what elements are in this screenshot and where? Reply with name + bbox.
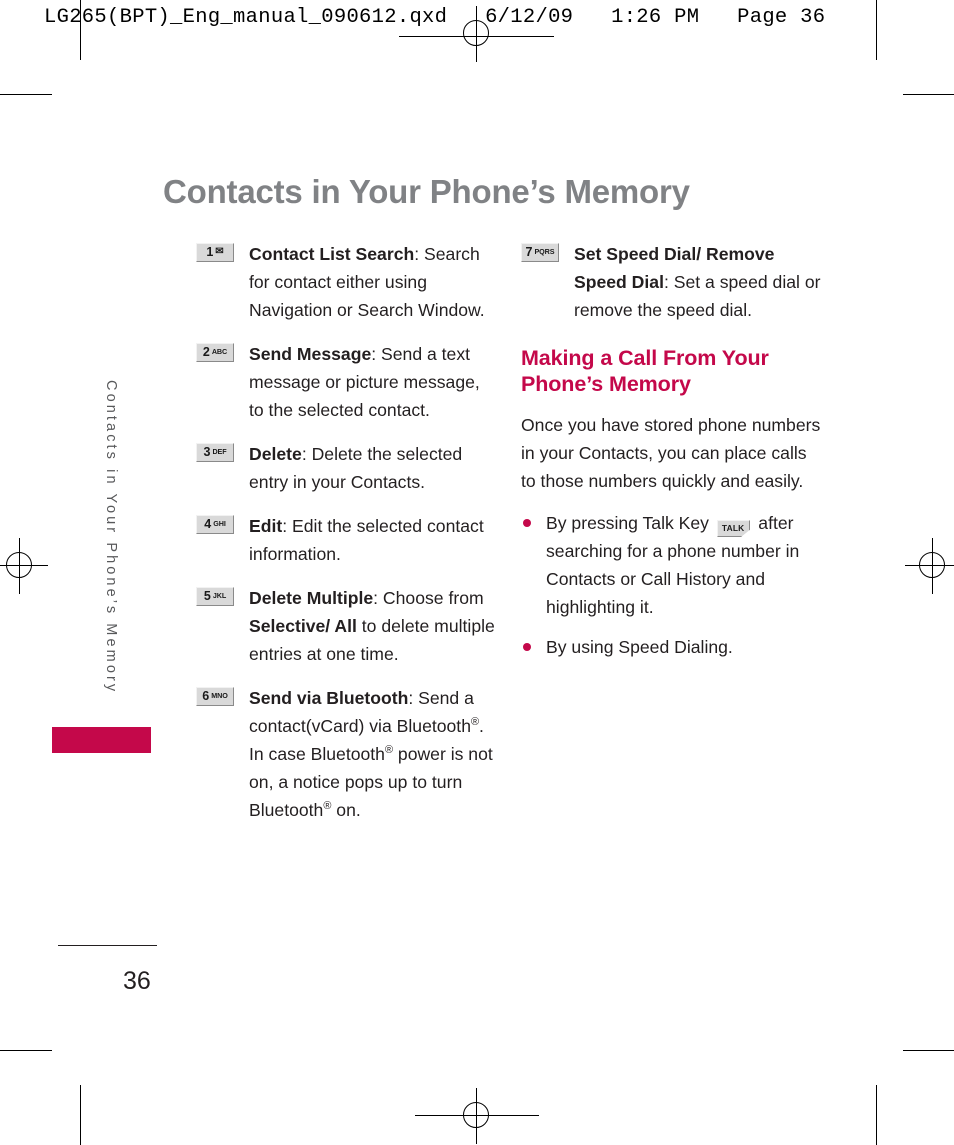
envelope-icon: ✉ xyxy=(215,245,224,257)
keycap-number: 3 xyxy=(203,445,211,460)
side-tab-color-swatch xyxy=(52,727,151,753)
keycap-number: 5 xyxy=(203,589,211,604)
crop-mark-top-right-horizontal xyxy=(903,94,954,95)
key-item-description-before: Choose from xyxy=(378,588,484,608)
registration-circle xyxy=(919,552,945,578)
key-item-6: 6 MNO Send via Bluetooth: Send a contact… xyxy=(196,684,496,824)
key-item-term: Delete Multiple xyxy=(249,588,374,608)
bullet-item-2: By using Speed Dialing. xyxy=(521,633,821,661)
right-column: 7 PQRS Set Speed Dial/ Remove Speed Dial… xyxy=(521,240,821,673)
key-item-1: 1 ✉ Contact List Search: Search for cont… xyxy=(196,240,496,324)
key-item-3: 3 DEF Delete: Delete the selected entry … xyxy=(196,440,496,496)
side-tab-label: Contacts in Your Phone’s Memory xyxy=(103,380,119,695)
key-item-term: Delete xyxy=(249,444,302,464)
keycap-3: 3 DEF xyxy=(196,443,234,462)
left-column: 1 ✉ Contact List Search: Search for cont… xyxy=(196,240,496,840)
registration-extension-bottom-left xyxy=(415,1115,455,1116)
keycap-2: 2 ABC xyxy=(196,343,234,362)
keycap-number: 6 xyxy=(202,689,210,704)
key-item-4: 4 GHI Edit: Edit the selected contact in… xyxy=(196,512,496,568)
bullet-text-before: By pressing Talk Key xyxy=(546,513,714,533)
key-item-term: Contact List Search xyxy=(249,244,415,264)
bullet-dot-icon xyxy=(523,519,531,527)
keycap-6: 6 MNO xyxy=(196,687,234,706)
registration-mark-bottom xyxy=(449,1088,505,1144)
crop-mark-bottom-right-vertical xyxy=(876,1085,877,1145)
key-item-term: Send Message xyxy=(249,344,372,364)
crop-mark-bottom-left-horizontal xyxy=(0,1050,52,1051)
key-item-7: 7 PQRS Set Speed Dial/ Remove Speed Dial… xyxy=(521,240,821,324)
registration-circle xyxy=(463,1102,489,1128)
keycap-number: 7 xyxy=(525,245,533,260)
keycap-number: 1 xyxy=(206,245,214,260)
key-item-term: Send via Bluetooth xyxy=(249,688,409,708)
keycap-letters: JKL xyxy=(212,590,227,600)
key-item-bold-inline: Selective/ All xyxy=(249,616,357,636)
page-number: 36 xyxy=(123,967,151,995)
keycap-letters: PQRS xyxy=(534,246,555,256)
keycap-letters: ABC xyxy=(211,346,228,356)
talk-key-icon: TALK xyxy=(716,520,751,537)
key-item-term: Edit xyxy=(249,516,283,536)
crop-mark-top-right-vertical xyxy=(876,0,877,60)
keycap-4: 4 GHI xyxy=(196,515,234,534)
bullet-item-1: By pressing Talk Key TALK after searchin… xyxy=(521,509,821,621)
keycap-number: 2 xyxy=(202,345,210,360)
key-item-5: 5 JKL Delete Multiple: Choose from Selec… xyxy=(196,584,496,668)
keycap-1: 1 ✉ xyxy=(196,243,234,262)
registration-extension-bottom-right xyxy=(499,1115,539,1116)
keycap-letters: MNO xyxy=(211,690,228,700)
registration-circle xyxy=(6,552,32,578)
bullet-dot-icon xyxy=(523,643,531,651)
page-title: Contacts in Your Phone’s Memory xyxy=(163,173,690,211)
crop-mark-top-left-horizontal xyxy=(0,94,52,95)
crop-mark-bottom-right-horizontal xyxy=(903,1050,954,1051)
section-heading: Making a Call From Your Phone’s Memory xyxy=(521,346,769,396)
keycap-5: 5 JKL xyxy=(196,587,234,606)
registration-mark-left xyxy=(0,538,48,594)
registration-mark-right xyxy=(905,538,954,594)
crop-mark-bottom-left-vertical xyxy=(80,1085,81,1145)
keycap-letters: GHI xyxy=(213,518,226,528)
manual-page: { "prepress": { "slug": "LG265(BPT)_Eng_… xyxy=(0,0,954,1145)
footer-rule xyxy=(58,945,157,946)
key-item-2: 2 ABC Send Message: Send a text message … xyxy=(196,340,496,424)
imposition-slug: LG265(BPT)_Eng_manual_090612.qxd 6/12/09… xyxy=(44,6,826,29)
intro-paragraph: Once you have stored phone numbers in yo… xyxy=(521,415,821,491)
keycap-number: 4 xyxy=(204,517,212,532)
keycap-letters: DEF xyxy=(212,446,227,456)
keycap-7: 7 PQRS xyxy=(521,243,559,262)
bullet-text: By using Speed Dialing. xyxy=(546,637,733,657)
